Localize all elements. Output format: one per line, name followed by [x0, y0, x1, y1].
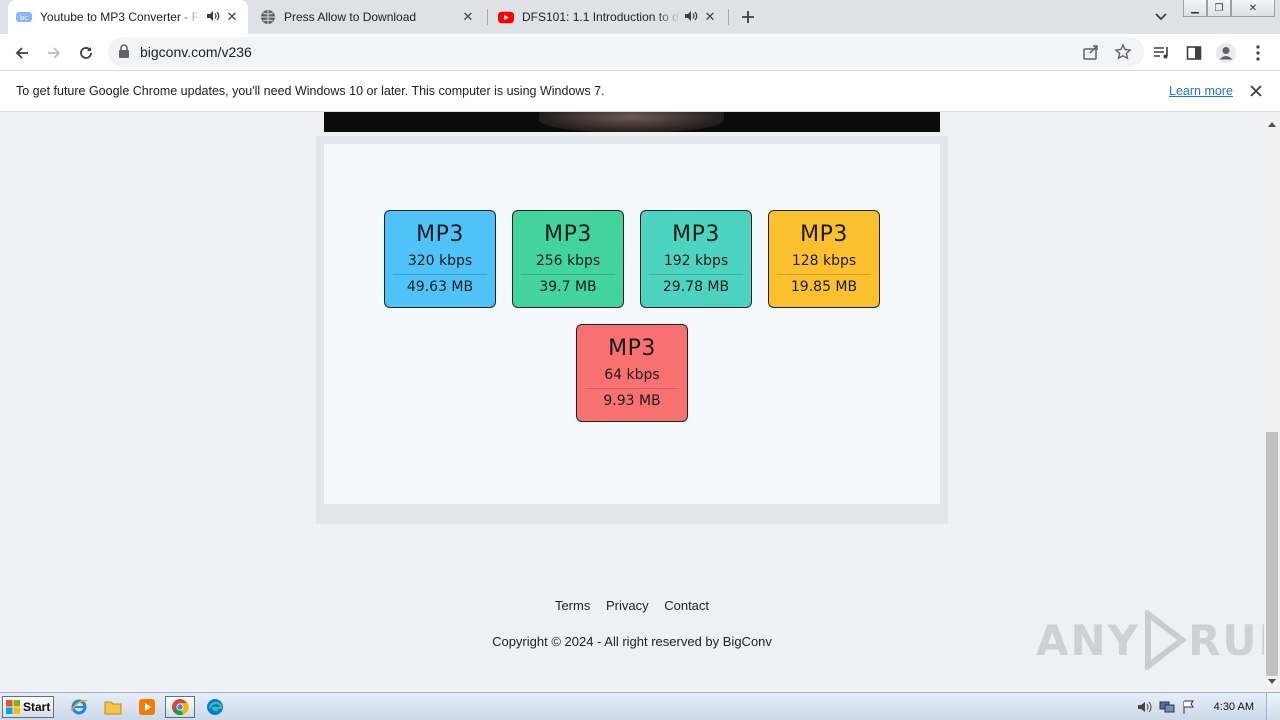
forward-button[interactable] [40, 39, 68, 67]
window-close-button[interactable]: ✕ [1231, 0, 1275, 17]
infobar-message: To get future Google Chrome updates, you… [16, 84, 605, 98]
download-panel: MP3 320 kbps 49.63 MB MP3 256 kbps 39.7 … [316, 136, 948, 524]
watermark-text-left: ANY [1036, 615, 1141, 665]
show-desktop-button[interactable] [1266, 693, 1280, 720]
contact-link[interactable]: Contact [664, 598, 709, 613]
edge-icon[interactable] [202, 696, 228, 718]
back-button[interactable] [8, 39, 36, 67]
svg-text:bc: bc [20, 14, 28, 22]
format-label: MP3 [608, 336, 656, 361]
format-options-card: MP3 320 kbps 49.63 MB MP3 256 kbps 39.7 … [324, 144, 940, 504]
bitrate-label: 64 kbps [585, 366, 679, 389]
network-icon[interactable] [1156, 696, 1178, 718]
format-label: MP3 [544, 222, 592, 247]
page-viewport: MP3 320 kbps 49.63 MB MP3 256 kbps 39.7 … [0, 112, 1264, 692]
tab-title: DFS101: 1.1 Introduction to digital [522, 10, 680, 24]
video-thumbnail-image [539, 112, 724, 132]
speaker-icon[interactable] [684, 10, 698, 25]
file-size-label: 19.85 MB [790, 279, 858, 295]
watermark-text-right: RUN [1188, 615, 1264, 665]
share-icon[interactable] [1082, 43, 1100, 66]
globe-icon [260, 9, 276, 25]
file-size-label: 49.63 MB [406, 279, 474, 295]
tab-dfs101[interactable]: DFS101: 1.1 Introduction to digital ✕ [490, 0, 726, 34]
bookmark-star-icon[interactable] [1114, 43, 1132, 66]
youtube-icon [498, 9, 514, 25]
tab-youtube-mp3-converter[interactable]: bc Youtube to MP3 Converter - Free ✕ [8, 0, 248, 34]
tab-strip: bc Youtube to MP3 Converter - Free ✕ Pre… [0, 0, 1280, 34]
start-label: Start [23, 700, 51, 714]
format-label: MP3 [416, 222, 464, 247]
close-tab-icon[interactable]: ✕ [460, 9, 476, 25]
learn-more-link[interactable]: Learn more [1169, 84, 1233, 98]
infobar-close-icon[interactable] [1248, 83, 1264, 99]
windows-logo-icon [6, 700, 20, 714]
browser-toolbar: bigconv.com/v236 [0, 34, 1280, 71]
mp3-320kbps-button[interactable]: MP3 320 kbps 49.63 MB [384, 210, 496, 308]
window-controls: ▁ ❐ ✕ [1183, 0, 1275, 18]
address-bar[interactable]: bigconv.com/v236 [108, 37, 1144, 67]
update-infobar: To get future Google Chrome updates, you… [0, 71, 1280, 112]
mp3-64kbps-button[interactable]: MP3 64 kbps 9.93 MB [576, 324, 688, 422]
start-button[interactable]: Start [2, 696, 54, 718]
mp3-256kbps-button[interactable]: MP3 256 kbps 39.7 MB [512, 210, 624, 308]
bitrate-label: 320 kbps [393, 252, 487, 275]
system-tray: 4:30 AM [1134, 693, 1280, 720]
bitrate-label: 256 kbps [521, 252, 615, 275]
page-scrollbar[interactable] [1264, 112, 1280, 692]
new-tab-button[interactable] [736, 5, 760, 29]
tab-title: Press Allow to Download [284, 10, 417, 24]
tab-search-chevron-down-icon[interactable] [1150, 6, 1172, 28]
speaker-icon[interactable] [206, 10, 220, 25]
file-size-label: 29.78 MB [662, 279, 730, 295]
scroll-down-arrow-icon[interactable] [1268, 672, 1276, 690]
tab-separator [487, 9, 488, 25]
close-tab-icon[interactable]: ✕ [702, 9, 718, 25]
bitrate-label: 192 kbps [649, 252, 743, 275]
file-size-label: 9.93 MB [603, 393, 661, 409]
internet-explorer-icon[interactable] [66, 696, 92, 718]
anyrun-watermark: ANY RUN [1036, 610, 1264, 670]
side-panel-icon[interactable] [1180, 39, 1208, 67]
menu-kebab-icon[interactable] [1244, 39, 1272, 67]
media-player-icon[interactable] [134, 696, 160, 718]
terms-link[interactable]: Terms [555, 598, 590, 613]
chrome-taskbar-icon[interactable] [165, 696, 195, 718]
media-control-icon[interactable] [1148, 39, 1176, 67]
close-tab-icon[interactable]: ✕ [224, 9, 240, 25]
bigconv-favicon-icon: bc [16, 9, 32, 25]
mp3-128kbps-button[interactable]: MP3 128 kbps 19.85 MB [768, 210, 880, 308]
format-label: MP3 [800, 222, 848, 247]
taskbar-clock[interactable]: 4:30 AM [1214, 701, 1254, 713]
windows-taskbar: Start 4:30 AM [0, 692, 1280, 720]
lock-icon[interactable] [118, 44, 130, 63]
video-thumbnail[interactable] [324, 112, 940, 132]
play-triangle-icon [1145, 610, 1187, 670]
profile-avatar-icon[interactable] [1212, 39, 1240, 67]
privacy-link[interactable]: Privacy [606, 598, 649, 613]
url-text[interactable]: bigconv.com/v236 [140, 44, 252, 60]
bitrate-label: 128 kbps [777, 252, 871, 275]
scroll-up-arrow-icon[interactable] [1268, 114, 1276, 132]
mp3-192kbps-button[interactable]: MP3 192 kbps 29.78 MB [640, 210, 752, 308]
action-center-flag-icon[interactable] [1178, 696, 1200, 718]
file-explorer-icon[interactable] [100, 696, 126, 718]
tab-press-allow[interactable]: Press Allow to Download ✕ [252, 0, 484, 34]
file-size-label: 39.7 MB [539, 279, 597, 295]
minimize-button[interactable]: ▁ [1183, 0, 1207, 17]
scrollbar-thumb[interactable] [1266, 432, 1278, 676]
tab-separator [728, 9, 729, 25]
restore-button[interactable]: ❐ [1207, 0, 1231, 17]
volume-icon[interactable] [1134, 696, 1156, 718]
format-label: MP3 [672, 222, 720, 247]
tab-title: Youtube to MP3 Converter - Free [40, 10, 202, 24]
reload-button[interactable] [72, 39, 100, 67]
